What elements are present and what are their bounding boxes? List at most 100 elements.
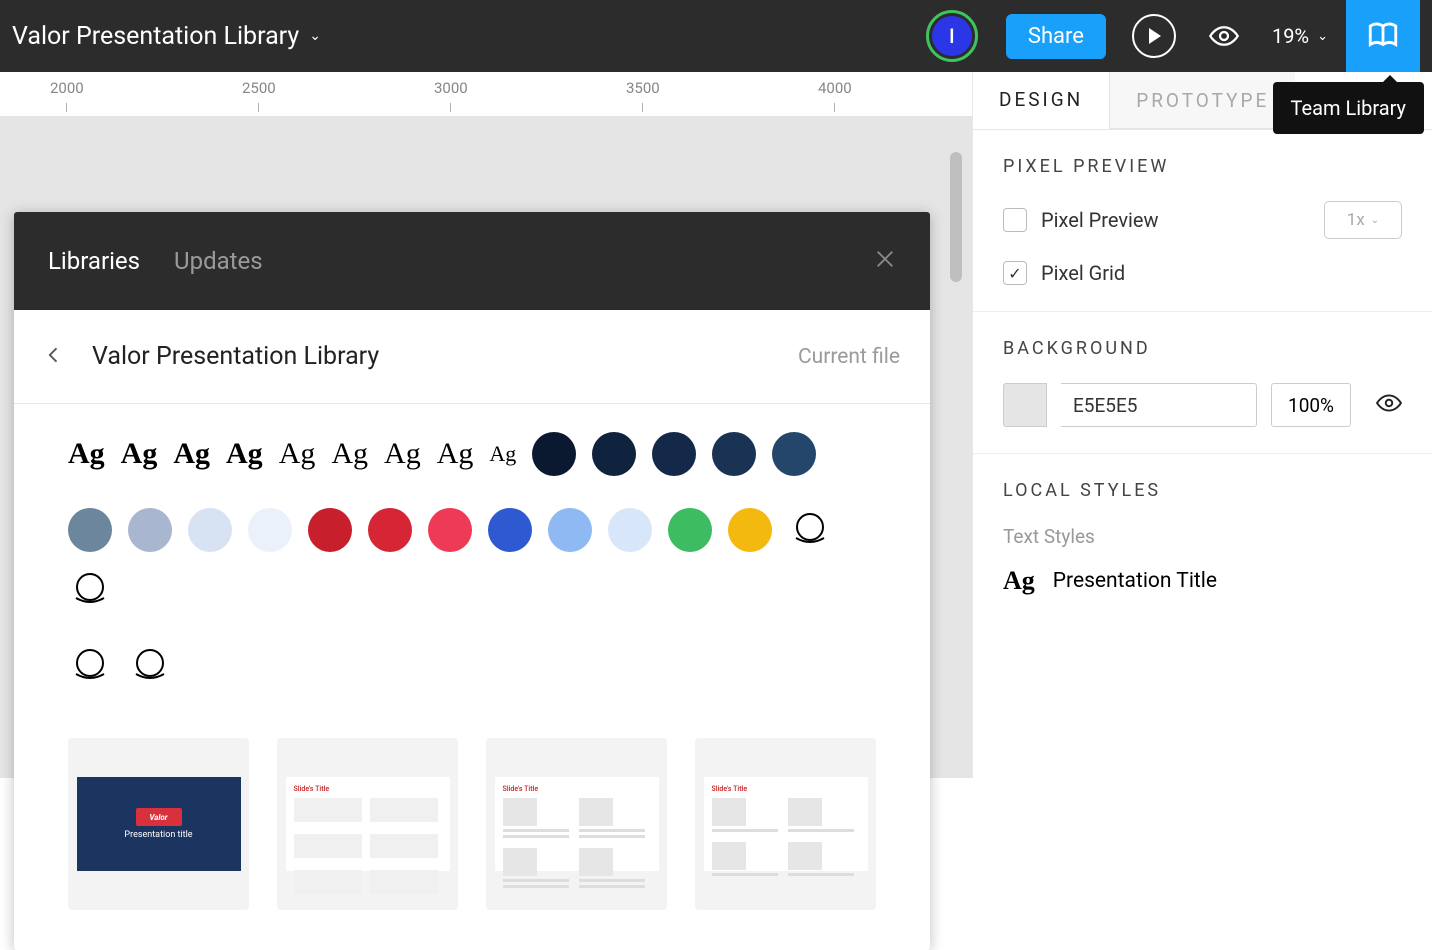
background-visibility-toggle[interactable] <box>1376 390 1402 420</box>
component-thumbnails: Valor Presentation title Slide's Title S… <box>14 698 930 950</box>
section-title: BACKGROUND <box>1003 338 1402 359</box>
component-thumbnail[interactable]: Valor Presentation title <box>68 738 249 910</box>
chevron-down-icon: ⌄ <box>1317 29 1328 44</box>
pixel-grid-label: Pixel Grid <box>1041 261 1125 285</box>
color-swatch[interactable] <box>308 508 352 552</box>
text-style-swatch[interactable]: Ag <box>68 437 105 471</box>
eye-icon <box>1209 21 1239 51</box>
color-swatch[interactable] <box>712 432 756 476</box>
text-style-swatch[interactable]: Ag <box>279 437 316 471</box>
background-section: BACKGROUND <box>973 312 1432 454</box>
slide-preview: Slide's Title <box>495 777 659 871</box>
text-style-swatch[interactable]: Ag <box>226 437 263 471</box>
text-style-item[interactable]: Ag Presentation Title <box>1003 566 1402 596</box>
zoom-dropdown[interactable]: 19% ⌄ <box>1272 24 1328 48</box>
color-swatch[interactable] <box>488 508 532 552</box>
vertical-scrollbar[interactable] <box>950 152 962 282</box>
collaborator-avatar[interactable]: I <box>926 10 978 62</box>
play-icon <box>1132 14 1176 58</box>
share-button[interactable]: Share <box>1006 14 1106 59</box>
pixel-preview-section: PIXEL PREVIEW Pixel Preview 1x ⌄ Pixel G… <box>973 130 1432 312</box>
pixel-preview-label: Pixel Preview <box>1041 208 1159 232</box>
effect-style-swatch[interactable] <box>68 568 112 612</box>
text-style-swatch[interactable]: Ag <box>173 437 210 471</box>
ruler-mark: 3000 <box>434 79 468 112</box>
book-icon <box>1366 19 1400 53</box>
ruler-mark: 4000 <box>818 79 852 112</box>
horizontal-ruler: 2000 2500 3000 3500 4000 <box>0 72 972 116</box>
color-swatch[interactable] <box>368 508 412 552</box>
text-style-swatch[interactable]: Ag <box>437 437 474 471</box>
avatar-initial: I <box>949 24 955 48</box>
back-button[interactable] <box>44 340 64 374</box>
color-swatch[interactable] <box>428 508 472 552</box>
component-thumbnail[interactable]: Slide's Title <box>277 738 458 910</box>
section-title: LOCAL STYLES <box>1003 480 1402 501</box>
close-icon <box>874 248 896 270</box>
color-swatch[interactable] <box>68 508 112 552</box>
color-swatch[interactable] <box>188 508 232 552</box>
color-swatch[interactable] <box>592 432 636 476</box>
background-opacity-input[interactable] <box>1271 383 1351 427</box>
chevron-down-icon: ⌄ <box>1371 215 1379 226</box>
view-settings-button[interactable] <box>1202 14 1246 58</box>
effect-style-swatch[interactable] <box>68 644 112 688</box>
canvas-area[interactable]: 2000 2500 3000 3500 4000 Libraries Updates V… <box>0 72 972 778</box>
color-swatch[interactable] <box>128 508 172 552</box>
libraries-panel: Libraries Updates Valor Presentation Lib… <box>14 212 930 950</box>
effect-style-swatch[interactable] <box>128 644 172 688</box>
slide-preview-cover: Valor Presentation title <box>77 777 241 871</box>
document-title-dropdown[interactable]: Valor Presentation Library ⌄ <box>12 22 321 51</box>
color-swatch[interactable] <box>652 432 696 476</box>
background-color-chip[interactable] <box>1003 383 1047 427</box>
chevron-down-icon: ⌄ <box>309 28 321 44</box>
section-title: PIXEL PREVIEW <box>1003 156 1402 177</box>
logo-badge: Valor <box>136 808 182 826</box>
cover-title: Presentation title <box>124 830 192 840</box>
ruler-mark: 3500 <box>626 79 660 112</box>
color-swatch[interactable] <box>668 508 712 552</box>
tooltip-team-library: Team Library <box>1273 82 1425 134</box>
text-style-swatch[interactable]: Ag <box>489 441 516 467</box>
eye-icon <box>1376 390 1402 416</box>
text-style-sample: Ag <box>1003 566 1035 596</box>
slide-preview: Slide's Title <box>286 777 450 871</box>
component-thumbnail[interactable]: Slide's Title <box>486 738 667 910</box>
text-style-name: Presentation Title <box>1053 569 1217 593</box>
color-swatch[interactable] <box>548 508 592 552</box>
color-swatch[interactable] <box>532 432 576 476</box>
zoom-value: 19% <box>1272 24 1309 48</box>
properties-panel: DESIGN PROTOTYPE PIXEL PREVIEW Pixel Pre… <box>972 72 1432 778</box>
effect-style-swatch[interactable] <box>788 508 832 552</box>
text-style-swatch[interactable]: Ag <box>331 437 368 471</box>
color-swatch[interactable] <box>728 508 772 552</box>
tab-updates[interactable]: Updates <box>174 247 263 275</box>
ruler-mark: 2500 <box>242 79 276 112</box>
pixel-preview-checkbox[interactable] <box>1003 208 1027 232</box>
text-style-swatch[interactable]: Ag <box>384 437 421 471</box>
tab-prototype[interactable]: PROTOTYPE <box>1109 72 1295 129</box>
text-style-swatch[interactable]: Ag <box>121 437 158 471</box>
pixel-preview-scale-select[interactable]: 1x ⌄ <box>1324 201 1402 239</box>
library-name: Valor Presentation Library <box>92 342 379 371</box>
text-styles-label: Text Styles <box>1003 525 1402 548</box>
styles-grid: Ag Ag Ag Ag Ag Ag Ag Ag Ag <box>14 404 930 698</box>
color-swatch[interactable] <box>248 508 292 552</box>
color-swatch[interactable] <box>772 432 816 476</box>
chevron-left-icon <box>44 340 64 370</box>
libraries-panel-header: Libraries Updates <box>14 212 930 310</box>
team-library-button[interactable] <box>1346 0 1420 72</box>
document-title: Valor Presentation Library <box>12 22 299 51</box>
component-thumbnail[interactable]: Slide's Title <box>695 738 876 910</box>
color-swatch[interactable] <box>608 508 652 552</box>
tab-design[interactable]: DESIGN <box>973 72 1109 129</box>
ruler-mark: 2000 <box>50 79 84 112</box>
local-styles-section: LOCAL STYLES Text Styles Ag Presentation… <box>973 454 1432 622</box>
current-file-label: Current file <box>798 345 900 369</box>
pixel-grid-checkbox[interactable] <box>1003 261 1027 285</box>
slide-preview: Slide's Title <box>704 777 868 871</box>
tab-libraries[interactable]: Libraries <box>48 247 140 275</box>
close-button[interactable] <box>874 248 896 274</box>
background-hex-input[interactable] <box>1061 383 1257 427</box>
present-button[interactable] <box>1132 14 1176 58</box>
